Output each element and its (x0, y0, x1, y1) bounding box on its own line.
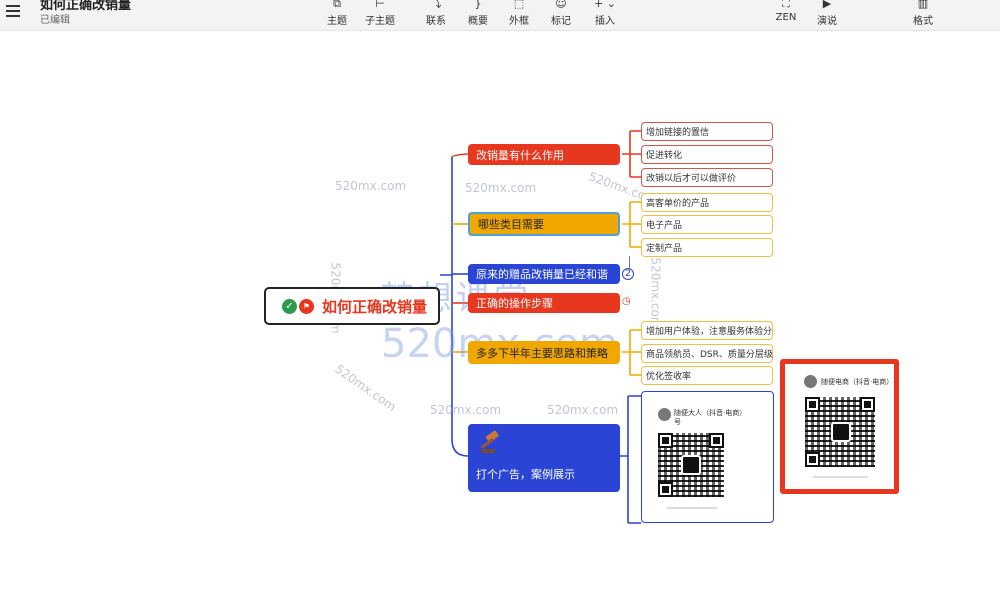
tool-zen[interactable]: ⛶ ZEN (766, 0, 806, 23)
branch-gift-sales[interactable]: 原来的赠品改销量已经和谐 (468, 264, 620, 284)
leaf-topic[interactable]: 高客单价的产品 (641, 193, 773, 212)
leaf-topic[interactable]: 改销以后才可以做评价 (641, 168, 773, 187)
zen-icon: ⛶ (782, 0, 790, 10)
card-name: 随便大人（抖音·电商） (674, 409, 747, 417)
insert-icon: + ⌄ (594, 0, 616, 10)
format-icon: ▥ (917, 0, 929, 10)
card-footer (813, 476, 868, 478)
document-status: 已编辑 (40, 15, 70, 26)
tool-topic[interactable]: ⧉ 主题 (317, 0, 357, 27)
tool-subtopic[interactable]: ⊢ 子主题 (360, 0, 400, 27)
tool-insert[interactable]: + ⌄ 插入 (585, 0, 625, 27)
watermark: 520mx.com (465, 181, 537, 195)
watermark: 520mx.com (430, 403, 502, 417)
flag-icon: ⚑ (299, 298, 314, 314)
qr-finder (658, 433, 673, 448)
tool-boundary[interactable]: ⬚ 外框 (499, 0, 539, 27)
wechat-icon (681, 455, 701, 475)
root-topic-label: 如何正确改销量 (322, 297, 428, 316)
leaf-topic[interactable]: 增加链接的置信 (641, 122, 773, 141)
card-footer (667, 507, 717, 509)
qr-card[interactable]: 随便大人（抖音·电商） 号 (641, 391, 774, 523)
boundary-icon: ⬚ (513, 0, 525, 10)
watermark: 520mx.com (648, 257, 663, 329)
tool-marker[interactable]: ☺ 标记 (541, 0, 581, 27)
leaf-topic[interactable]: 促进转化 (641, 145, 773, 164)
qr-finder (709, 433, 724, 448)
card-name: 随便电商（抖音·电商） (821, 378, 894, 386)
tool-pitch[interactable]: ▶ 演说 (807, 0, 847, 27)
leaf-topic[interactable]: 商品领航员、DSR、质量分层级 (641, 344, 773, 363)
tool-summary[interactable]: } 概要 (458, 0, 498, 27)
menu-icon[interactable] (6, 2, 20, 20)
summary-icon: } (474, 0, 482, 10)
root-topic[interactable]: ✓ ⚑ 如何正确改销量 (264, 287, 440, 325)
qr-finder (658, 482, 673, 497)
branch-steps[interactable]: 正确的操作步骤 (468, 293, 620, 313)
relationship-icon: ⤵ (430, 0, 442, 10)
leaf-topic[interactable]: 定制产品 (641, 238, 773, 257)
watermark: 520mx.com (547, 403, 619, 417)
tool-relationship[interactable]: ⤵ 联系 (416, 0, 456, 27)
gavel-icon (480, 430, 499, 453)
mindmap-canvas[interactable]: 梦想课堂 520mx.com 520mx.com 520mx.com 520mx… (0, 31, 1000, 607)
marker-icon: ☺ (555, 0, 567, 10)
check-icon: ✓ (282, 298, 297, 314)
branch-categories[interactable]: 哪些类目需要 (468, 212, 620, 236)
watermark: 520mx.com (335, 179, 407, 193)
wechat-icon (831, 422, 851, 442)
card-name-line2: 号 (674, 418, 681, 426)
qr-finder (805, 397, 820, 412)
toolbar: 如何正确改销量 已编辑 ⧉ 主题 ⊢ 子主题 ⤵ 联系 } 概要 ⬚ 外框 ☺ 标记 + ⌄… (0, 0, 1000, 31)
tool-format[interactable]: ▥ 格式 (903, 0, 943, 27)
leaf-topic[interactable]: 优化签收率 (641, 366, 773, 385)
branch-strategy[interactable]: 多多下半年主要思路和策略 (468, 341, 620, 364)
qr-card-highlighted[interactable]: 随便电商（抖音·电商） (780, 359, 899, 494)
avatar (804, 375, 817, 388)
clock-icon: ◷ (622, 296, 631, 307)
branch-sales-purpose[interactable]: 改销量有什么作用 (468, 144, 620, 165)
avatar (658, 408, 671, 421)
leaf-topic[interactable]: 电子产品 (641, 215, 773, 234)
subtopic-icon: ⊢ (375, 0, 385, 10)
qr-finder (805, 452, 820, 467)
pitch-icon: ▶ (822, 0, 832, 10)
qr-finder (860, 397, 875, 412)
topic-icon: ⧉ (333, 0, 341, 10)
leaf-topic[interactable]: 增加用户体验，注意服务体验分 (641, 321, 773, 340)
